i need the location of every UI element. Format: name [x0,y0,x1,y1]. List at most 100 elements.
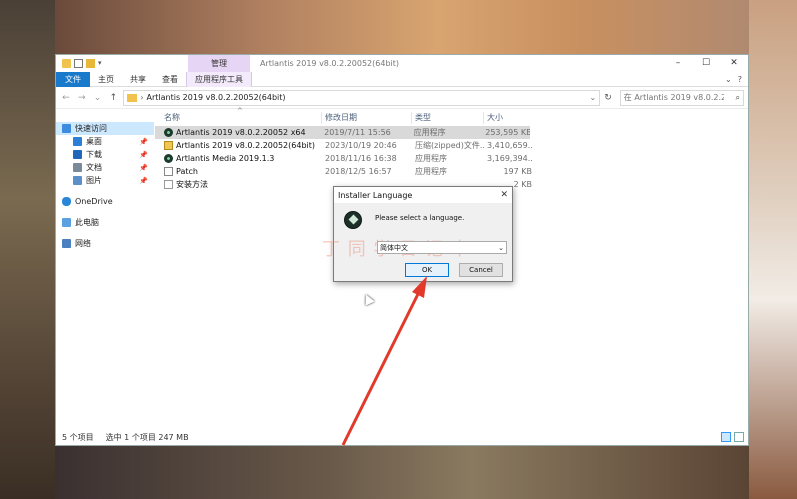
sort-arrow-icon: ^ [237,107,243,115]
nav-label: OneDrive [75,197,113,206]
column-header-size[interactable]: 大小 [484,112,532,124]
new-folder-icon[interactable] [86,59,95,68]
file-row[interactable]: Patch 2018/12/5 16:57 应用程序 197 KB [155,165,748,178]
nav-label: 快速访问 [75,124,107,133]
folder-icon[interactable] [62,59,71,68]
details-view-icon[interactable] [721,432,731,442]
nav-label: 此电脑 [75,218,99,227]
maximize-button[interactable]: ☐ [692,55,720,72]
download-icon [73,150,82,159]
status-bar: 5 个项目 选中 1 个项目 247 MB [56,429,748,445]
help-icon[interactable]: ? [738,72,742,87]
nav-this-pc[interactable]: 此电脑 [56,216,154,229]
search-field[interactable]: ⌕ [619,89,745,106]
file-date: 2019/7/11 15:56 [324,128,391,137]
nav-label: 图片 [86,176,102,185]
star-icon [62,124,71,133]
close-button[interactable]: ✕ [720,55,748,72]
pin-icon[interactable]: 📌 [139,177,148,185]
dialog-title-bar: Installer Language ✕ [334,187,512,203]
recent-locations-icon[interactable]: ⌄ [92,93,104,103]
refresh-icon[interactable]: ↻ [604,93,612,103]
file-row[interactable]: Artlantis Media 2019.1.3 2018/11/16 16:3… [155,152,748,165]
nav-label: 桌面 [86,137,102,146]
file-name: Artlantis 2019 v8.0.2.20052 x64 [176,128,306,137]
cloud-icon [62,197,71,206]
language-select[interactable]: 简体中文 ⌄ [377,241,507,254]
properties-icon[interactable] [74,59,83,68]
contextual-tab-group-label: 管理 [188,55,250,72]
network-icon [62,239,71,248]
breadcrumb-separator[interactable]: › [140,93,143,102]
cancel-button[interactable]: Cancel [459,263,503,277]
file-name: Patch [176,167,198,176]
ok-button[interactable]: OK [405,263,449,277]
file-type: 应用程序 [415,154,447,163]
nav-downloads[interactable]: 下载 📌 [56,148,154,161]
tab-home[interactable]: 主页 [90,72,122,87]
file-size: 3,410,659... [487,141,532,150]
desktop-wallpaper-right [749,0,797,499]
nav-desktop[interactable]: 桌面 📌 [56,135,154,148]
application-icon [164,154,173,163]
nav-quick-access[interactable]: 快速访问 [56,122,154,135]
expand-ribbon-icon[interactable]: ⌄ [725,72,732,87]
chevron-down-icon[interactable]: ⌄ [496,244,506,252]
nav-pictures[interactable]: 图片 📌 [56,174,154,187]
file-row[interactable]: Artlantis 2019 v8.0.2.20052 x64 2019/7/1… [155,126,530,139]
file-name: 安装方法 [176,180,208,189]
nav-onedrive[interactable]: OneDrive [56,195,154,208]
tab-file[interactable]: 文件 [56,71,90,87]
forward-icon[interactable]: → [76,93,88,103]
desktop-wallpaper-bottom [55,446,749,499]
nav-network[interactable]: 网络 [56,237,154,250]
text-file-icon [164,180,173,189]
tab-view[interactable]: 查看 [154,72,186,87]
file-type: 应用程序 [413,128,446,137]
address-input[interactable]: › Artlantis 2019 v8.0.2.20052(64bit) ⌄ [123,89,601,106]
view-switcher [721,432,744,442]
file-name: Artlantis Media 2019.1.3 [176,154,275,163]
file-size: 253,595 KB [485,128,530,137]
documents-icon [73,163,82,172]
ribbon-right-controls: ⌄ ? [725,72,742,87]
search-input[interactable] [623,93,724,102]
file-name: Artlantis 2019 v8.0.2.20052(64bit) [176,141,316,150]
close-icon[interactable]: ✕ [500,187,508,203]
column-header-type[interactable]: 类型 [412,112,484,124]
large-icons-view-icon[interactable] [734,432,744,442]
file-date: 2018/12/5 16:57 [325,167,392,176]
back-icon[interactable]: ← [60,93,72,103]
executable-icon [164,167,173,176]
desktop-icon [73,137,82,146]
computer-icon [62,218,71,227]
breadcrumb-current[interactable]: Artlantis 2019 v8.0.2.20052(64bit) [147,93,286,102]
customize-toolbar-icon[interactable]: ▾ [98,59,106,68]
search-icon[interactable]: ⌕ [736,93,740,103]
item-count: 5 个项目 [62,432,94,442]
nav-label: 网络 [75,239,91,248]
installer-language-dialog: Installer Language ✕ Please select a lan… [322,186,513,282]
desktop-wallpaper-left [0,0,55,499]
nav-label: 下载 [86,150,102,159]
file-size: 3,169,394... [487,154,532,163]
column-header-date[interactable]: 修改日期 [322,112,412,124]
pin-icon[interactable]: 📌 [139,138,148,146]
dialog-title: Installer Language [338,190,413,200]
quick-access-toolbar: ▾ [56,59,106,68]
file-row[interactable]: Artlantis 2019 v8.0.2.20052(64bit) 2023/… [155,139,748,152]
folder-icon [127,93,138,102]
ribbon-tabs: 文件 主页 共享 查看 应用程序工具 ⌄ ? [56,71,748,87]
address-bar: ← → ⌄ ↑ › Artlantis 2019 v8.0.2.20052(64… [56,87,748,109]
nav-label: 文档 [86,163,102,172]
nav-documents[interactable]: 文档 📌 [56,161,154,174]
tab-share[interactable]: 共享 [122,72,154,87]
up-icon[interactable]: ↑ [107,93,119,103]
address-dropdown-icon[interactable]: ⌄ [590,93,597,102]
pin-icon[interactable]: 📌 [139,151,148,159]
dialog-message: Please select a language. [375,214,465,222]
tab-application-tools[interactable]: 应用程序工具 [186,71,252,87]
pin-icon[interactable]: 📌 [139,164,148,172]
selection-info: 选中 1 个项目 247 MB [105,432,189,442]
minimize-button[interactable]: – [664,55,692,72]
